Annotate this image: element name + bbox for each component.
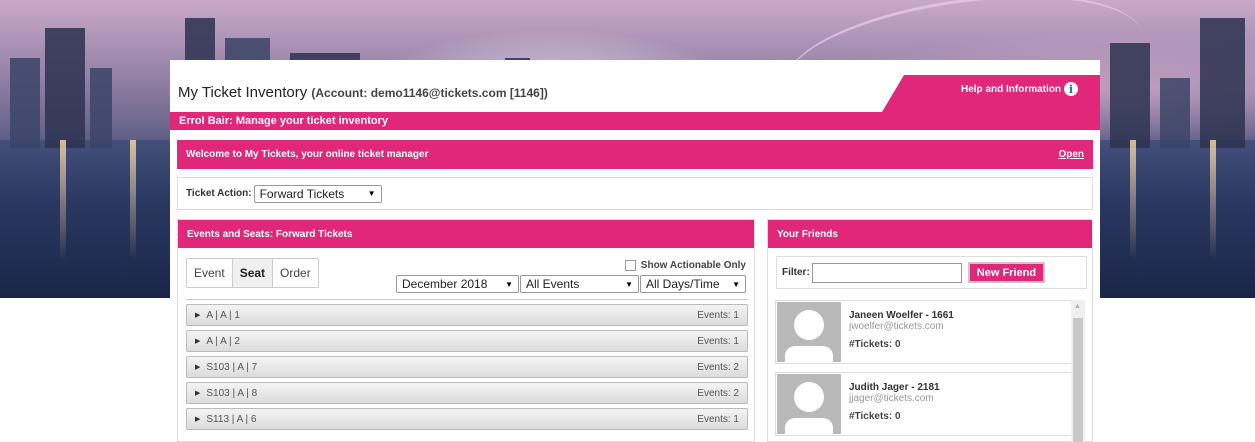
- ticket-action-row: Ticket Action: Forward Tickets ▼: [177, 177, 1093, 210]
- friend-email: jjager@tickets.com: [849, 393, 934, 404]
- help-label: Help and Information: [961, 83, 1061, 95]
- account-label: (Account: demo1146@tickets.com [1146]): [311, 86, 548, 100]
- friend-email: jwoelfer@tickets.com: [849, 321, 944, 332]
- avatar: [777, 302, 841, 362]
- expand-arrow-icon: ▶: [195, 390, 201, 397]
- seat-label: A | A | 2: [206, 335, 240, 347]
- chevron-down-icon: ▼: [732, 279, 740, 289]
- show-actionable-toggle[interactable]: Show Actionable Only: [624, 260, 746, 271]
- chevron-down-icon: ▼: [625, 279, 633, 289]
- new-friend-button[interactable]: New Friend: [967, 262, 1046, 283]
- friend-card[interactable]: Janeen Woelfer - 1661 jwoelfer@tickets.c…: [775, 300, 1078, 364]
- help-link[interactable]: Help and Information i: [961, 82, 1078, 96]
- reflection: [1130, 140, 1136, 260]
- friends-section: Your Friends Filter: New Friend Janeen W…: [767, 219, 1093, 442]
- expand-arrow-icon: ▶: [195, 338, 201, 345]
- expand-arrow-icon: ▶: [195, 416, 201, 423]
- seat-events-count: Events: 1: [697, 413, 739, 425]
- seat-events-count: Events: 1: [697, 335, 739, 347]
- header: My Ticket Inventory (Account: demo1146@t…: [170, 60, 1100, 112]
- scrollbar-thumb[interactable]: [1073, 318, 1083, 442]
- view-toggle: Event Seat Order: [186, 258, 319, 288]
- building: [90, 68, 112, 148]
- tab-seat[interactable]: Seat: [232, 259, 274, 287]
- manage-bar: Errol Bair: Manage your ticket inventory: [170, 112, 1100, 130]
- welcome-banner: Welcome to My Tickets, your online ticke…: [177, 140, 1093, 169]
- inventory-panel: My Ticket Inventory (Account: demo1146@t…: [170, 60, 1100, 442]
- seat-label: A | A | 1: [206, 309, 240, 321]
- friend-ticket-count: #Tickets: 0: [849, 411, 901, 422]
- building: [10, 58, 40, 148]
- seat-events-count: Events: 1: [697, 309, 739, 321]
- tab-event[interactable]: Event: [187, 259, 233, 287]
- month-value: December 2018: [402, 277, 488, 291]
- seat-row[interactable]: ▶ A | A | 2 Events: 1: [186, 330, 748, 352]
- filter-label: Filter:: [782, 267, 810, 278]
- event-select[interactable]: All Events ▼: [520, 275, 639, 293]
- avatar: [777, 374, 841, 434]
- page-title-text: My Ticket Inventory: [178, 84, 308, 101]
- friend-list: Janeen Woelfer - 1661 jwoelfer@tickets.c…: [775, 300, 1078, 442]
- page-title: My Ticket Inventory (Account: demo1146@t…: [178, 84, 548, 101]
- friend-list-scrollbar[interactable]: ▲: [1071, 300, 1085, 442]
- ticket-action-select[interactable]: Forward Tickets ▼: [253, 184, 382, 203]
- building: [1110, 43, 1150, 148]
- seat-row[interactable]: ▶ S113 | A | 6 Events: 1: [186, 408, 748, 430]
- reflection: [60, 140, 66, 260]
- ticket-action-value: Forward Tickets: [259, 186, 345, 201]
- divider: [186, 299, 748, 300]
- seat-row[interactable]: ▶ S103 | A | 8 Events: 2: [186, 382, 748, 404]
- reflection: [130, 140, 136, 260]
- seat-label: S113 | A | 6: [206, 413, 257, 425]
- events-section: Events and Seats: Forward Tickets Event …: [177, 219, 755, 442]
- open-link[interactable]: Open: [1058, 149, 1084, 160]
- friend-ticket-count: #Tickets: 0: [849, 339, 901, 350]
- seat-events-count: Events: 2: [697, 361, 739, 373]
- seat-list: ▶ A | A | 1 Events: 1 ▶ A | A | 2 Events: …: [186, 304, 748, 434]
- seat-events-count: Events: 2: [697, 387, 739, 399]
- welcome-text: Welcome to My Tickets, your online ticke…: [186, 149, 429, 160]
- friend-filter-row: Filter: New Friend: [776, 256, 1087, 289]
- friend-name: Janeen Woelfer - 1661: [849, 310, 954, 321]
- building: [45, 28, 85, 148]
- time-value: All Days/Time: [646, 277, 720, 291]
- friends-header: Your Friends: [768, 220, 1092, 248]
- seat-row[interactable]: ▶ A | A | 1 Events: 1: [186, 304, 748, 326]
- building: [1200, 18, 1245, 148]
- ticket-action-label: Ticket Action:: [186, 188, 252, 199]
- scroll-up-icon[interactable]: ▲: [1074, 303, 1081, 310]
- chevron-down-icon: ▼: [367, 189, 376, 198]
- event-filters: December 2018 ▼ All Events ▼ All Days/Ti…: [396, 275, 746, 293]
- building: [1160, 78, 1190, 148]
- expand-arrow-icon: ▶: [195, 312, 201, 319]
- friend-card[interactable]: Judith Jager - 2181 jjager@tickets.com #…: [775, 372, 1078, 436]
- event-value: All Events: [526, 277, 580, 291]
- show-actionable-checkbox[interactable]: [624, 260, 636, 271]
- show-actionable-label: Show Actionable Only: [640, 260, 746, 271]
- time-select[interactable]: All Days/Time ▼: [640, 275, 746, 293]
- chevron-down-icon: ▼: [505, 279, 513, 289]
- friend-filter-input[interactable]: [811, 262, 962, 283]
- tab-order[interactable]: Order: [273, 259, 318, 287]
- friend-name: Judith Jager - 2181: [849, 382, 940, 393]
- info-icon: i: [1064, 82, 1078, 96]
- seat-row[interactable]: ▶ S103 | A | 7 Events: 2: [186, 356, 748, 378]
- events-header: Events and Seats: Forward Tickets: [178, 220, 754, 248]
- seat-label: S103 | A | 7: [206, 361, 258, 373]
- month-select[interactable]: December 2018 ▼: [396, 275, 519, 293]
- expand-arrow-icon: ▶: [195, 364, 201, 371]
- reflection: [1210, 140, 1216, 260]
- seat-label: S103 | A | 8: [206, 387, 258, 399]
